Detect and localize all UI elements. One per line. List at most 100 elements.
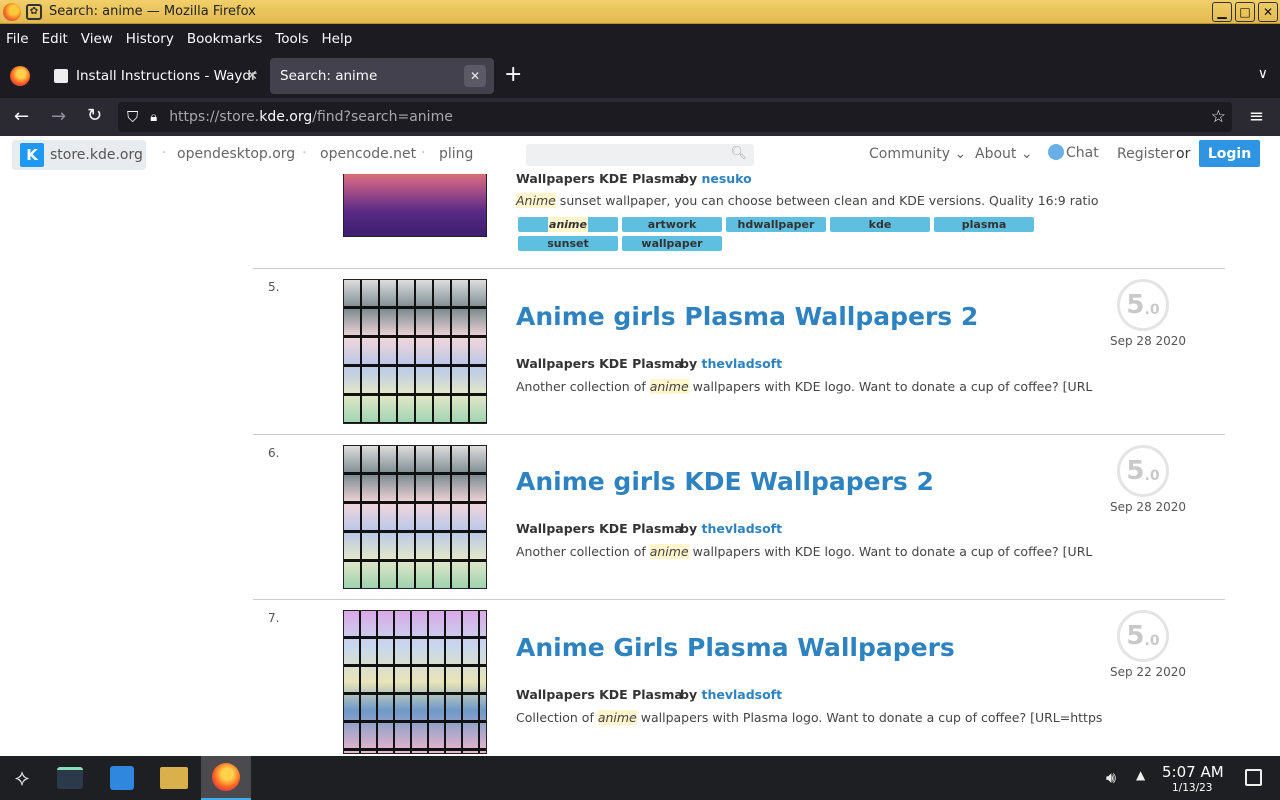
result-description: Another collection of anime wallpapers w… xyxy=(516,544,1093,559)
result-thumbnail[interactable] xyxy=(343,610,487,754)
tag-artwork[interactable]: artwork xyxy=(622,217,722,232)
result-description: Collection of anime wallpapers with Plas… xyxy=(516,710,1103,725)
menu-history[interactable]: History xyxy=(126,31,174,47)
window-titlebar[interactable]: ✿ Search: anime — Mozilla Firefox ▁ □ ✕ xyxy=(0,0,1280,24)
about-menu[interactable]: About ⌄ xyxy=(975,146,1033,162)
register-link[interactable]: Register xyxy=(1117,146,1175,162)
tab-bar: Install Instructions - Waydr ✕ Search: a… xyxy=(0,54,1280,98)
menu-bookmarks[interactable]: Bookmarks xyxy=(187,31,262,47)
result-date: Sep 22 2020 xyxy=(1110,665,1187,679)
separator-dot: · xyxy=(302,145,307,161)
menu-bar: File Edit View History Bookmarks Tools H… xyxy=(0,24,1280,54)
system-settings-icon[interactable] xyxy=(54,762,86,794)
result-rank: 5. xyxy=(268,280,280,294)
back-button[interactable]: ← xyxy=(14,106,29,127)
bookmark-star-icon[interactable]: ☆ xyxy=(1211,107,1226,127)
new-tab-button[interactable]: + xyxy=(504,62,522,87)
separator-dot: · xyxy=(421,145,426,161)
tab-search-anime[interactable]: Search: anime ✕ xyxy=(270,58,494,94)
tag-wallpaper[interactable]: wallpaper xyxy=(622,236,722,251)
opencode-link[interactable]: opencode.net xyxy=(320,146,416,162)
url-text[interactable]: https://store.kde.org/find?search=anime xyxy=(169,109,453,125)
file-manager-icon[interactable] xyxy=(158,762,190,794)
menu-tools[interactable]: Tools xyxy=(275,31,308,47)
tag-plasma[interactable]: plasma xyxy=(934,217,1034,232)
result-divider xyxy=(253,268,1225,269)
launcher-icon[interactable]: ⟡ xyxy=(6,762,38,794)
minimize-button[interactable]: ▁ xyxy=(1212,2,1232,22)
tag-kde[interactable]: kde xyxy=(830,217,930,232)
result-divider xyxy=(253,434,1225,435)
discover-store-icon[interactable] xyxy=(106,762,138,794)
volume-icon[interactable]: 🔊︎ xyxy=(1106,768,1116,788)
result-date: Sep 28 2020 xyxy=(1110,334,1187,348)
result-description: Anime sunset wallpaper, you can choose b… xyxy=(516,193,1099,208)
firefox-icon xyxy=(3,2,21,21)
or-text: or xyxy=(1176,146,1191,162)
result-description: Another collection of anime wallpapers w… xyxy=(516,379,1093,394)
firefox-taskbar-icon[interactable] xyxy=(201,756,251,800)
rating-score-badge: 5.0 xyxy=(1117,610,1169,662)
clock-time[interactable]: 5:07 AM xyxy=(1162,763,1224,781)
result-date: Sep 28 2020 xyxy=(1110,500,1187,514)
menu-edit[interactable]: Edit xyxy=(42,31,68,47)
search-icon[interactable]: 🔍︎ xyxy=(730,146,747,161)
opendesktop-link[interactable]: opendesktop.org xyxy=(177,146,295,162)
pin-icon[interactable]: ✿ xyxy=(26,3,42,20)
close-button[interactable]: ✕ xyxy=(1258,2,1278,22)
firefox-view-icon[interactable] xyxy=(10,66,30,86)
reload-button[interactable]: ↻ xyxy=(87,105,102,126)
show-desktop-icon[interactable] xyxy=(1245,769,1262,786)
tab-close-icon[interactable]: ✕ xyxy=(464,65,486,87)
tracking-protection-shield-icon[interactable]: ⛉ xyxy=(127,108,138,126)
tag-anime[interactable]: anime xyxy=(518,217,618,232)
rating-score-badge: 5.0 xyxy=(1117,445,1169,497)
clock-date[interactable]: 1/13/23 xyxy=(1172,782,1212,794)
community-menu[interactable]: Community ⌄ xyxy=(869,146,966,162)
maximize-button[interactable]: □ xyxy=(1235,2,1255,22)
site-header: K store.kde.org · opendesktop.org · open… xyxy=(0,136,1280,174)
lock-icon[interactable]: 🔒︎ xyxy=(150,110,157,125)
tab-install-instructions[interactable]: Install Instructions - Waydr ✕ xyxy=(44,58,262,94)
rating-score-badge: 5.0 xyxy=(1117,279,1169,331)
tag-sunset[interactable]: sunset xyxy=(518,236,618,251)
result-title-link[interactable]: Anime Girls Plasma Wallpapers xyxy=(516,633,955,662)
result-title-link[interactable]: Anime girls Plasma Wallpapers 2 xyxy=(516,302,978,331)
menu-file[interactable]: File xyxy=(6,31,29,47)
app-menu-icon[interactable]: ≡ xyxy=(1249,106,1264,127)
result-title-link[interactable]: Anime girls KDE Wallpapers 2 xyxy=(516,467,934,496)
tab-label: Search: anime xyxy=(280,68,378,84)
site-search-input[interactable]: 🔍︎ xyxy=(526,144,754,166)
tag-hdwallpaper[interactable]: hdwallpaper xyxy=(726,217,826,232)
kde-logo-icon: K xyxy=(20,143,44,167)
result-author-link[interactable]: thevladsoft xyxy=(701,521,782,536)
window-title: Search: anime — Mozilla Firefox xyxy=(49,4,256,19)
tray-expand-icon[interactable]: ▲ xyxy=(1136,768,1145,782)
result-author-line: by thevladsoft xyxy=(680,687,783,702)
url-bar[interactable]: ⛉ 🔒︎ https://store.kde.org/find?search=a… xyxy=(118,102,1232,132)
result-rank: 7. xyxy=(268,611,280,625)
result-category[interactable]: Wallpapers KDE Plasma xyxy=(516,521,683,536)
pling-link[interactable]: pling xyxy=(439,146,473,162)
result-rank: 6. xyxy=(268,446,280,460)
navigation-bar: ← → ↻ ⛉ 🔒︎ https://store.kde.org/find?se… xyxy=(0,98,1280,136)
tab-label: Install Instructions - Waydr xyxy=(76,68,257,84)
chat-bubble-icon xyxy=(1048,144,1064,160)
result-category[interactable]: Wallpapers KDE Plasma xyxy=(516,687,683,702)
result-author-link[interactable]: thevladsoft xyxy=(701,687,782,702)
tab-close-icon[interactable]: ✕ xyxy=(246,68,258,84)
result-thumbnail[interactable] xyxy=(343,279,487,424)
web-page: Wallpapers KDE Plasma by nesuko Anime su… xyxy=(0,136,1280,756)
chat-link[interactable]: Chat xyxy=(1048,144,1099,161)
forward-button[interactable]: → xyxy=(51,106,66,127)
taskbar: ⟡ 🔊︎ ▲ 5:07 AM 1/13/23 xyxy=(0,756,1280,800)
store-kde-logo-link[interactable]: K store.kde.org xyxy=(12,140,146,170)
result-divider xyxy=(253,599,1225,600)
result-author-link[interactable]: thevladsoft xyxy=(701,356,782,371)
menu-help[interactable]: Help xyxy=(322,31,353,47)
list-all-tabs-chevron-icon[interactable]: ∨ xyxy=(1258,66,1268,82)
login-button[interactable]: Login xyxy=(1199,140,1260,167)
result-thumbnail[interactable] xyxy=(343,445,487,589)
result-category[interactable]: Wallpapers KDE Plasma xyxy=(516,356,683,371)
menu-view[interactable]: View xyxy=(81,31,113,47)
